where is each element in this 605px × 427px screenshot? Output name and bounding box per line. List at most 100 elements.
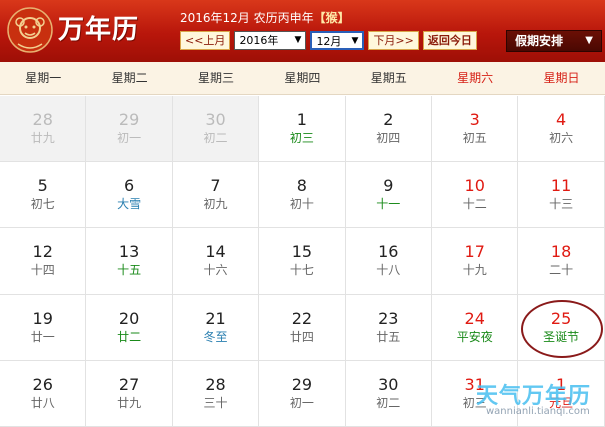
lunar-date: 初二	[203, 131, 228, 145]
lunar-date: 廿八	[30, 395, 55, 410]
day-cell[interactable]: 1 初三	[259, 96, 346, 163]
holiday-schedule-label: 假期安排	[515, 34, 564, 48]
day-number: 30	[205, 110, 226, 129]
lunar-date: 初七	[30, 197, 55, 212]
month-select[interactable]: 12月 ▼	[310, 31, 365, 50]
day-number: 21	[205, 308, 226, 328]
day-cell[interactable]: 4 初六	[518, 96, 605, 163]
day-number: 1	[555, 374, 567, 394]
day-number: 29	[291, 374, 313, 394]
lunar-date: 初九	[203, 197, 228, 212]
lunar-date: 十一	[376, 197, 401, 212]
day-number: 8	[296, 176, 307, 196]
lunar-date: 廿二	[117, 329, 142, 344]
app-title: 万年历	[58, 15, 140, 45]
day-cell[interactable]: 17 十九	[432, 228, 519, 295]
lunar-date: 元旦	[549, 395, 574, 410]
lunar-date: 十六	[203, 263, 228, 278]
day-cell[interactable]: 6 大雪	[86, 162, 173, 229]
lunar-date: 初一	[289, 395, 314, 410]
chevron-down-icon: ▼	[294, 35, 302, 45]
year-select[interactable]: 2016年 ▼	[234, 31, 307, 50]
zodiac-label: 【猴】	[313, 11, 350, 25]
lunar-date: 十九	[462, 263, 487, 278]
day-cell[interactable]: 11 十三	[518, 162, 605, 229]
day-cell[interactable]: 22 廿四	[259, 294, 346, 361]
day-number: 14	[205, 242, 226, 262]
calendar-header: 万年历 2016年12月 农历丙申年【猴】 <<上月 2016年 ▼ 12月 ▼…	[0, 0, 605, 62]
day-number: 11	[550, 176, 572, 196]
day-cell[interactable]: 2 初四	[345, 96, 432, 163]
weekday-label: 星期一	[25, 71, 62, 85]
day-number: 15	[291, 242, 313, 262]
lunar-date: 廿五	[376, 329, 401, 344]
day-cell[interactable]: 16 十八	[345, 228, 432, 295]
date-prefix: 2016年12月 农历丙申年	[180, 11, 314, 25]
lunar-date: 初二	[376, 395, 401, 410]
weekday-label: 星期四	[284, 71, 321, 85]
lunar-date: 廿四	[289, 329, 314, 344]
day-number: 5	[37, 176, 48, 196]
day-cell[interactable]: 26 廿八	[0, 360, 87, 427]
calendar-grid: 28 廿九 29 初一 30 初二 1 初三 2 初四 3 初五 4 初六 5 初七 6 大雪 7 初九 8 初十 9 十一 1…	[0, 96, 605, 427]
day-cell[interactable]: 30 初二	[172, 96, 260, 163]
today-button[interactable]: 返回今日	[422, 31, 477, 50]
day-cell[interactable]: 5 初七	[0, 162, 87, 229]
day-cell[interactable]: 12 十四	[0, 228, 87, 295]
chevron-down-icon: ▼	[585, 35, 593, 46]
day-cell[interactable]: 10 十二	[432, 162, 519, 229]
day-cell[interactable]: 13 十五	[86, 228, 173, 295]
lunar-date: 初三	[289, 131, 314, 145]
day-number: 31	[464, 374, 485, 394]
day-cell[interactable]: 7 初九	[172, 162, 260, 229]
day-number: 18	[550, 242, 572, 262]
day-number: 1	[296, 110, 307, 129]
day-number: 10	[464, 176, 485, 196]
day-cell[interactable]: 20 廿二	[86, 294, 173, 361]
day-cell[interactable]: 24 平安夜	[432, 294, 519, 361]
lunar-date: 廿九	[117, 395, 142, 410]
day-cell[interactable]: 9 十一	[345, 162, 432, 229]
lunar-date: 初十	[289, 197, 314, 212]
day-cell[interactable]: 3 初五	[432, 96, 519, 163]
day-cell[interactable]: 21 冬至	[172, 294, 260, 361]
day-number: 13	[118, 242, 140, 262]
day-number: 17	[464, 242, 485, 262]
current-date-info: 2016年12月 农历丙申年【猴】	[180, 9, 350, 26]
day-cell[interactable]: 23 廿五	[345, 294, 432, 361]
prev-month-button[interactable]: <<上月	[180, 31, 231, 50]
day-cell[interactable]: 28 廿九	[0, 96, 87, 163]
day-cell[interactable]: 1 元旦	[518, 360, 605, 427]
day-number: 19	[32, 308, 53, 328]
lunar-date: 初五	[462, 131, 487, 145]
day-cell[interactable]: 19 廿一	[0, 294, 87, 361]
month-select-value: 12月	[316, 35, 342, 48]
day-number: 12	[32, 242, 53, 262]
lunar-date: 大雪	[117, 197, 142, 212]
day-cell[interactable]: 8 初十	[259, 162, 346, 229]
day-number: 28	[32, 110, 53, 129]
lunar-date: 十四	[30, 263, 55, 278]
day-cell[interactable]: 18 二十	[518, 228, 605, 295]
day-cell[interactable]: 15 十七	[259, 228, 346, 295]
lunar-date: 十五	[117, 263, 142, 278]
weekday-label: 星期三	[197, 71, 234, 85]
day-number: 29	[118, 110, 140, 129]
day-cell[interactable]: 31 初三	[432, 360, 519, 427]
day-cell[interactable]: 14 十六	[172, 228, 260, 295]
day-number: 22	[291, 308, 313, 328]
holiday-schedule-dropdown[interactable]: 假期安排 ▼	[506, 30, 602, 52]
day-number: 27	[118, 374, 140, 394]
lunar-date: 十二	[462, 197, 487, 212]
day-cell[interactable]: 28 三十	[172, 360, 260, 427]
day-number: 16	[378, 242, 399, 262]
next-month-button[interactable]: 下月>>	[368, 31, 419, 50]
day-cell[interactable]: 29 初一	[86, 96, 173, 163]
day-number: 23	[378, 308, 399, 328]
year-select-value: 2016年	[239, 34, 279, 47]
day-number: 2	[383, 110, 394, 129]
day-cell[interactable]: 30 初二	[345, 360, 432, 427]
day-cell[interactable]: 27 廿九	[86, 360, 173, 427]
day-cell[interactable]: 29 初一	[259, 360, 346, 427]
lunar-date: 初一	[117, 131, 142, 145]
